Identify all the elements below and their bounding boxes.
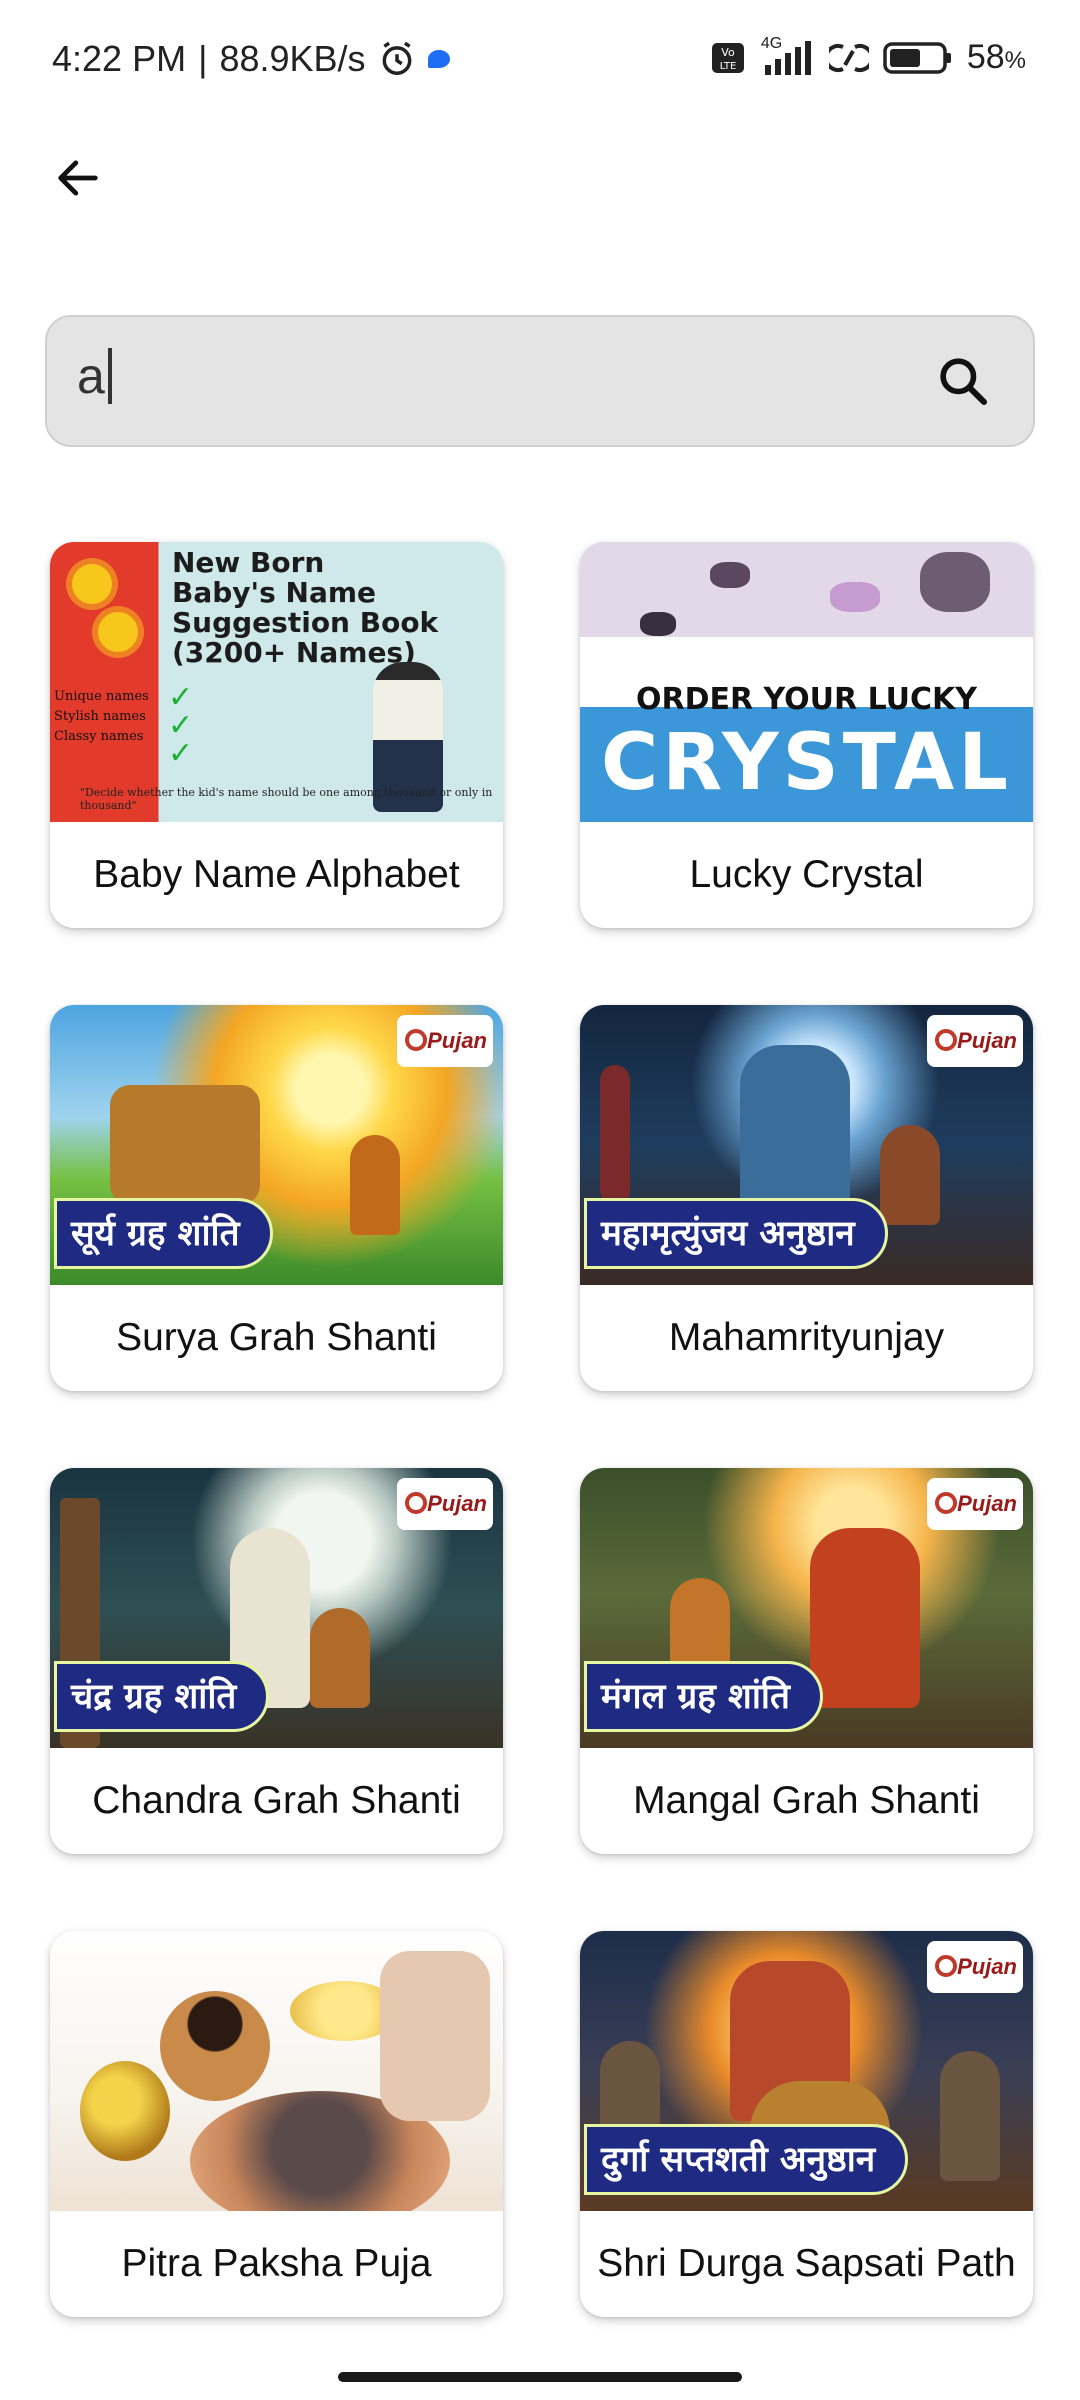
status-net-speed: 88.9KB/s	[219, 38, 366, 79]
card-image-quote: "Decide whether the kid's name should be…	[80, 786, 493, 812]
card-image: New Born Baby's Name Suggestion Book (32…	[50, 542, 503, 822]
pujan-logo: Pujan	[927, 1478, 1023, 1530]
chat-bubble-icon	[427, 50, 450, 68]
hotspot-icon	[828, 41, 869, 75]
devotee-figure	[350, 1135, 400, 1235]
card-image: ORDER YOUR LUCKY CRYSTAL	[580, 542, 1033, 822]
card-title: Shri Durga Sapsati Path	[597, 2242, 1016, 2285]
card-badge: मंगल ग्रह शांति	[584, 1661, 823, 1732]
card-badge: दुर्गा सप्तशती अनुष्ठान	[584, 2124, 909, 2195]
result-card[interactable]: New Born Baby's Name Suggestion Book (32…	[50, 542, 503, 928]
devotee-figure	[310, 1608, 370, 1708]
card-image: Pujan सूर्य ग्रह शांति	[50, 1005, 503, 1285]
devotee-figure	[880, 1125, 940, 1225]
status-time: 4:22 PM	[52, 38, 187, 79]
shiva-figure	[740, 1045, 850, 1215]
svg-text:LTE: LTE	[720, 61, 737, 72]
chariot-illustration	[110, 1085, 260, 1205]
search-input[interactable]: a	[77, 347, 112, 405]
status-bar: 4:22 PM | 88.9KB/s Vo LTE 4G 58%	[0, 0, 1080, 124]
back-button[interactable]	[38, 140, 118, 220]
card-badge: सूर्य ग्रह शांति	[54, 1198, 273, 1269]
pujan-logo: Pujan	[397, 1015, 493, 1067]
crystal-stone	[640, 612, 676, 636]
brass-vessel	[80, 2061, 170, 2161]
search-input-value: a	[77, 348, 105, 404]
card-title: Chandra Grah Shanti	[92, 1779, 461, 1822]
crystal-stone	[920, 552, 990, 612]
card-image	[50, 1931, 503, 2211]
search-button[interactable]	[927, 347, 999, 419]
card-badge: महामृत्युंजय अनुष्ठान	[584, 1198, 888, 1269]
result-card[interactable]: Pujan महामृत्युंजय अनुष्ठान Mahamrityunj…	[580, 1005, 1033, 1391]
text-caret	[107, 348, 112, 404]
card-image-headline: New Born Baby's Name Suggestion Book (32…	[172, 546, 439, 669]
battery-level: 58%	[966, 38, 1026, 76]
card-image-line2: CRYSTAL	[601, 718, 1012, 808]
pujan-logo: Pujan	[927, 1941, 1023, 1993]
card-title: Mangal Grah Shanti	[633, 1779, 980, 1822]
crystal-stone	[710, 562, 750, 588]
search-icon	[935, 353, 991, 414]
copper-pot	[160, 1991, 270, 2101]
alarm-icon	[378, 40, 416, 78]
arrow-left-icon	[52, 152, 104, 209]
results-grid: New Born Baby's Name Suggestion Book (32…	[50, 542, 1033, 2317]
check-icon: ✓	[168, 737, 194, 770]
result-card[interactable]: ORDER YOUR LUCKY CRYSTAL Lucky Crystal	[580, 542, 1033, 928]
card-image-features: Unique names Stylish names Classy names	[54, 689, 149, 744]
home-indicator[interactable]	[338, 2372, 742, 2382]
card-title: Surya Grah Shanti	[116, 1316, 437, 1359]
card-image: Pujan दुर्गा सप्तशती अनुष्ठान	[580, 1931, 1033, 2211]
result-card[interactable]: Pujan मंगल ग्रह शांति Mangal Grah Shanti	[580, 1468, 1033, 1854]
search-bar[interactable]: a	[45, 315, 1035, 447]
result-card[interactable]: Pitra Paksha Puja	[50, 1931, 503, 2317]
card-image: Pujan चंद्र ग्रह शांति	[50, 1468, 503, 1748]
status-separator: |	[198, 38, 208, 79]
pujan-logo: Pujan	[927, 1015, 1023, 1067]
card-image-line1: ORDER YOUR LUCKY	[635, 682, 977, 717]
result-card[interactable]: Pujan सूर्य ग्रह शांति Surya Grah Shanti	[50, 1005, 503, 1391]
network-type: 4G	[760, 34, 783, 52]
battery-icon	[883, 41, 953, 75]
card-image: Pujan महामृत्युंजय अनुष्ठान	[580, 1005, 1033, 1285]
card-title: Lucky Crystal	[689, 853, 924, 896]
sun-icon	[98, 612, 138, 652]
serpent-illustration	[600, 1065, 630, 1205]
signal-icon: 4G	[759, 35, 815, 75]
card-title: Mahamrityunjay	[668, 1316, 945, 1359]
pujan-logo: Pujan	[397, 1478, 493, 1530]
card-title: Baby Name Alphabet	[93, 853, 460, 896]
card-image: Pujan मंगल ग्रह शांति	[580, 1468, 1033, 1748]
crystal-stone	[830, 582, 880, 612]
hand-illustration	[380, 1951, 490, 2121]
warrior-figure	[940, 2051, 1000, 2181]
sun-icon	[72, 564, 112, 604]
svg-text:Vo: Vo	[721, 46, 735, 59]
result-card[interactable]: Pujan चंद्र ग्रह शांति Chandra Grah Shan…	[50, 1468, 503, 1854]
card-title: Pitra Paksha Puja	[121, 2242, 432, 2285]
result-card[interactable]: Pujan दुर्गा सप्तशती अनुष्ठान Shri Durga…	[580, 1931, 1033, 2317]
card-badge: चंद्र ग्रह शांति	[54, 1661, 270, 1732]
deity-figure	[810, 1528, 920, 1708]
volte-icon: Vo LTE	[711, 42, 745, 74]
